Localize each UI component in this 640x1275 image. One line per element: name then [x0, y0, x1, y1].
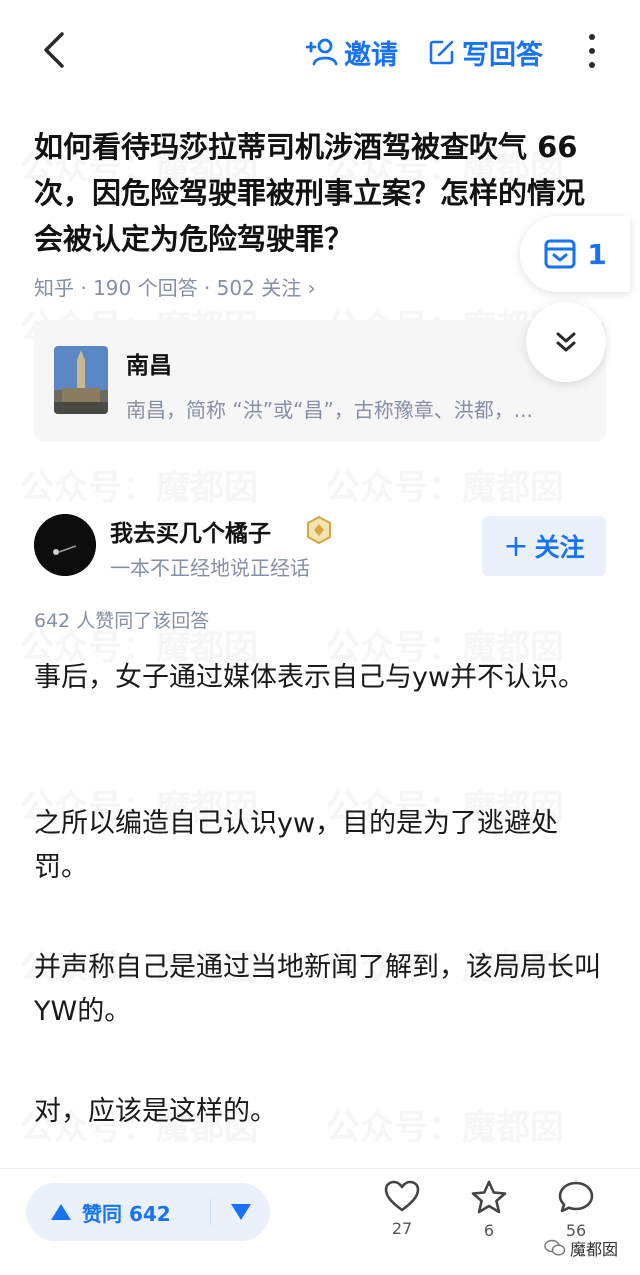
topic-name: 南昌: [126, 353, 172, 379]
invite-label: 邀请: [344, 39, 398, 71]
topic-description: 南昌，简称 “洪”或“昌”，古称豫章、洪都，...: [126, 398, 533, 422]
downvote-button[interactable]: [211, 1183, 270, 1241]
expand-button[interactable]: [526, 302, 606, 382]
author-name[interactable]: 我去买几个橘子: [110, 514, 271, 548]
comment-button[interactable]: 56: [546, 1179, 606, 1240]
follow-label: 关注: [534, 533, 585, 562]
answer-paragraph: 对，应该是这样的。: [34, 1096, 277, 1127]
vote-control: 赞同 642: [26, 1183, 270, 1241]
edit-icon: [429, 40, 454, 65]
wechat-icon: [544, 1239, 566, 1256]
upvote-label: 赞同 642: [82, 1201, 171, 1226]
triangle-down-icon: [230, 1204, 251, 1220]
favorite-count: 6: [483, 1221, 495, 1240]
favorites-float-button[interactable]: 1: [520, 216, 630, 292]
answer-paragraph: 之所以编造自己认识yw，目的是为了逃避处罚。: [34, 808, 559, 883]
topic-card[interactable]: 南昌 南昌，简称 “洪”或“昌”，古称豫章、洪都，...: [34, 320, 606, 442]
question-title[interactable]: 如何看待玛莎拉蒂司机涉酒驾被查吹气 66 次，因危险驾驶罪被刑事立案？怎样的情况…: [34, 124, 606, 262]
answer-vote-summary: 642 人赞同了该回答: [34, 610, 210, 632]
more-vertical-icon: [589, 34, 595, 40]
triangle-up-icon: [51, 1204, 71, 1220]
write-answer-label: 写回答: [462, 39, 543, 71]
like-count: 27: [391, 1219, 413, 1238]
star-icon: [471, 1180, 507, 1214]
heart-icon: [384, 1180, 420, 1212]
answer-paragraph: 并声称自己是通过当地新闻了解到，该局局长叫YW的。: [34, 952, 601, 1027]
more-options-button[interactable]: [582, 30, 602, 72]
favorite-button[interactable]: 6: [459, 1179, 519, 1240]
follow-button[interactable]: + 关注: [482, 516, 606, 576]
back-button[interactable]: [34, 28, 74, 72]
top-navigation-bar: 邀请 写回答: [0, 0, 640, 100]
chevron-double-down-icon: [556, 332, 576, 352]
topic-thumbnail: [54, 346, 108, 414]
like-button[interactable]: 27: [372, 1179, 432, 1238]
upvote-button[interactable]: 赞同 642: [26, 1183, 210, 1241]
watermark-text: 魔都囡: [570, 1240, 619, 1259]
comment-icon: [558, 1181, 594, 1213]
back-arrow-icon: [44, 32, 64, 68]
add-person-icon: [306, 38, 338, 66]
question-meta[interactable]: 知乎 · 190 个回答 · 502 关注 ›: [34, 272, 316, 301]
answer-paragraph: 事后，女子通过媒体表示自己与yw并不认识。: [34, 662, 586, 693]
wechat-watermark: 魔都囡: [544, 1236, 618, 1260]
favorites-float-count: 1: [587, 237, 607, 271]
verified-badge-icon: [306, 515, 332, 548]
invite-button[interactable]: 邀请: [306, 32, 398, 72]
plus-icon: +: [503, 528, 529, 564]
author-headline: 一本不正经地说正经话: [110, 556, 310, 580]
favorites-box-icon: [544, 239, 576, 269]
author-avatar[interactable]: [34, 514, 96, 576]
write-answer-button[interactable]: 写回答: [428, 32, 543, 72]
